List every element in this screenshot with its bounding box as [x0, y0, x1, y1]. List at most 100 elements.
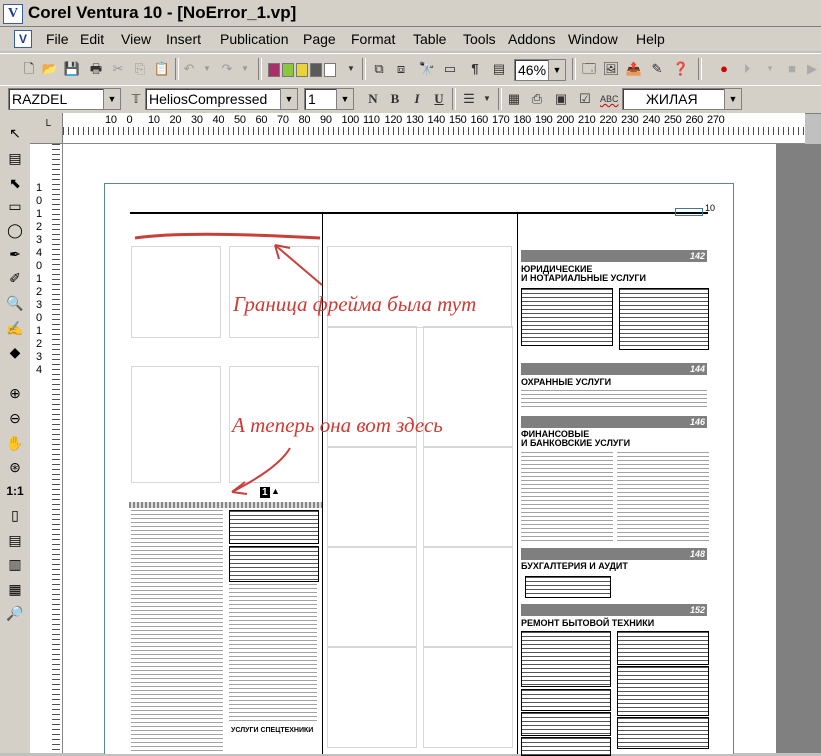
ad-box[interactable] [521, 631, 611, 687]
document-icon[interactable]: V [14, 30, 32, 48]
image-frame[interactable] [327, 446, 417, 548]
page-icon[interactable]: ▭ [441, 60, 459, 78]
image-frame[interactable] [131, 366, 221, 483]
import-icon[interactable]: 🖼 [602, 60, 620, 78]
paragraph-tag-combo[interactable]: RAZDEL ▼ [8, 88, 121, 110]
node-tool-icon[interactable]: ⬉ [5, 173, 25, 193]
ad-box[interactable] [521, 737, 611, 756]
text-column[interactable] [521, 452, 613, 544]
ad-box[interactable] [619, 288, 709, 350]
find-icon[interactable]: 🔭 [418, 60, 436, 78]
header-frame[interactable] [675, 208, 703, 216]
menu-addons[interactable]: Addons [508, 31, 555, 47]
menu-view[interactable]: View [121, 31, 151, 47]
new-icon[interactable]: 🗋 [20, 60, 38, 78]
play-icon[interactable]: ▶ [803, 60, 821, 78]
rectangle-tool-icon[interactable]: ▭ [5, 196, 25, 216]
spelling-button[interactable]: ABC [600, 90, 619, 108]
ruler-origin[interactable]: └ [30, 113, 63, 144]
brush-tool-icon[interactable]: ✐ [5, 268, 25, 288]
align-left-icon[interactable]: ☰ [460, 90, 478, 108]
language-combo[interactable]: ЖИЛАЯ ▼ [622, 88, 742, 110]
ad-box[interactable] [617, 631, 709, 665]
menu-file[interactable]: File [46, 31, 69, 47]
ad-box[interactable] [617, 717, 709, 749]
chevron-down-icon[interactable]: ▼ [103, 89, 120, 109]
ad-box[interactable] [617, 666, 709, 716]
text-tool-icon[interactable]: ▤ [5, 148, 25, 168]
table-icon[interactable]: ▦ [505, 90, 523, 108]
chevron-down-icon[interactable]: ▼ [280, 89, 297, 109]
italic-button[interactable]: I [408, 90, 426, 108]
menu-insert[interactable]: Insert [166, 31, 201, 47]
check-icon[interactable]: ☑ [576, 90, 594, 108]
pen-tool-icon[interactable]: ✒ [5, 244, 25, 264]
paste-frame-icon[interactable]: ⧈ [392, 60, 410, 78]
zoom-in-icon[interactable]: ⊕ [5, 383, 25, 403]
color-swatch-4[interactable] [310, 63, 322, 77]
actual-size-icon[interactable]: 1:1 [5, 481, 25, 501]
open-icon[interactable]: 📂 [41, 60, 59, 78]
chevron-down-icon[interactable]: ▼ [336, 89, 353, 109]
script-dropdown-icon[interactable]: ▼ [761, 60, 779, 78]
help-context-icon[interactable]: ❓ [672, 60, 690, 78]
menu-help[interactable]: Help [636, 31, 665, 47]
image-frame[interactable] [423, 646, 513, 748]
menu-table[interactable]: Table [413, 31, 446, 47]
frame-overflow-marker[interactable]: 1 [260, 487, 270, 498]
tags-icon[interactable]: ▤ [490, 60, 508, 78]
page-view-icon[interactable]: ▯ [5, 505, 25, 525]
zoom-combo[interactable]: 46% ▼ [514, 59, 566, 81]
menu-window[interactable]: Window [568, 31, 618, 47]
text-column[interactable] [617, 452, 709, 544]
export-icon[interactable]: 📤 [625, 60, 643, 78]
app-icon[interactable]: V [3, 4, 23, 24]
copy-icon[interactable]: ⎘ [131, 60, 149, 78]
color-swatch-2[interactable] [282, 63, 294, 77]
fill-tool-icon[interactable]: ◆ [5, 342, 25, 362]
vertical-ruler[interactable]: 101234012301234 [30, 144, 63, 753]
font-combo[interactable]: HeliosCompressed ▼ [145, 88, 298, 110]
text-column[interactable] [229, 584, 317, 724]
image-frame[interactable] [423, 446, 513, 548]
text-column[interactable] [131, 510, 223, 754]
undo-icon[interactable]: ↶ [180, 60, 198, 78]
cut-icon[interactable]: ✂ [109, 60, 127, 78]
spell-check-icon[interactable]: ✎ [648, 60, 666, 78]
menu-edit[interactable]: Edit [80, 31, 104, 47]
ad-box[interactable] [229, 510, 319, 544]
outline-tool-icon[interactable]: ✍ [5, 318, 25, 338]
redo-icon[interactable]: ↷ [218, 60, 236, 78]
normal-button[interactable]: N [364, 90, 382, 108]
show-returns-icon[interactable]: ¶ [466, 60, 484, 78]
save-script-icon[interactable]: ⏵ [738, 60, 756, 78]
paste-icon[interactable]: 📋 [153, 60, 171, 78]
text-block[interactable] [521, 390, 707, 410]
center-icon[interactable]: ⊛ [5, 457, 25, 477]
menu-publication[interactable]: Publication [220, 31, 289, 47]
image-frame[interactable] [327, 546, 417, 648]
align-dropdown-icon[interactable]: ▼ [478, 90, 496, 108]
color-dropdown-icon[interactable]: ▼ [342, 60, 360, 78]
zoom-out-icon[interactable]: ⊖ [5, 408, 25, 428]
redo-dropdown-icon[interactable]: ▼ [236, 60, 254, 78]
undo-dropdown-icon[interactable]: ▼ [198, 60, 216, 78]
print-icon[interactable]: 🖶 [87, 60, 105, 78]
pick-tool-icon[interactable]: ↖ [5, 123, 25, 143]
ellipse-tool-icon[interactable]: ◯ [5, 220, 25, 240]
save-icon[interactable]: 💾 [63, 60, 81, 78]
document-page[interactable]: 10 1 ▲ УСЛУГИ СПЕЦТЕХНИКИ 142 ЮРИДИЧЕСКИ… [104, 183, 734, 756]
image-frame[interactable] [327, 646, 417, 748]
menu-page[interactable]: Page [303, 31, 336, 47]
font-size-combo[interactable]: 1 ▼ [304, 88, 354, 110]
bold-button[interactable]: B [386, 90, 404, 108]
image-frame[interactable] [131, 246, 221, 338]
color-swatch-3[interactable] [296, 63, 308, 77]
chevron-down-icon[interactable]: ▼ [548, 60, 565, 80]
copy-frame-icon[interactable]: ⧉ [370, 60, 388, 78]
frame-boundary-handle[interactable] [129, 502, 322, 508]
ad-box[interactable] [525, 576, 611, 598]
horizontal-ruler[interactable]: 10 0 10 20 30 40 50 60 70 80 90 100 110 120 130 140 150 1… [63, 113, 805, 144]
pan-icon[interactable]: ✋ [5, 433, 25, 453]
record-icon[interactable]: ● [715, 60, 733, 78]
